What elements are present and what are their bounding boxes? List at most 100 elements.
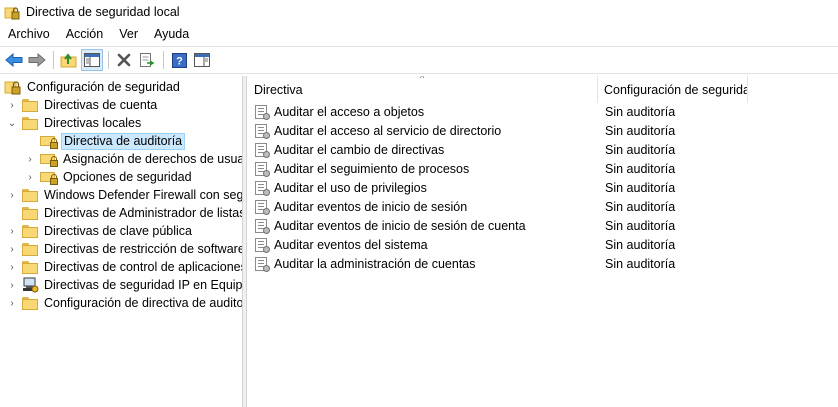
policy-name: Auditar el acceso a objetos: [274, 104, 425, 119]
tree-node[interactable]: › Directivas de control de aplicaciones: [6, 258, 242, 276]
tree-node[interactable]: › Directivas de clave pública: [6, 222, 194, 240]
policy-setting-icon: [255, 104, 270, 120]
list-item[interactable]: Auditar eventos de inicio de sesión de c…: [255, 216, 835, 235]
help-button[interactable]: ?: [168, 49, 190, 71]
tree-node-label: Directivas de clave pública: [44, 224, 192, 238]
policy-name: Auditar eventos del sistema: [274, 237, 428, 252]
policy-setting-icon: [255, 123, 270, 139]
console-tree[interactable]: Configuración de seguridad › Directivas de…: [0, 76, 243, 407]
folder-icon: [22, 98, 38, 112]
tree-node-label: Configuración de directiva de auditoría …: [44, 296, 243, 310]
security-policy-icon: [4, 4, 20, 20]
show-action-pane-button[interactable]: [191, 49, 213, 71]
pane-splitter[interactable]: [243, 76, 247, 407]
show-hide-tree-icon: [84, 53, 100, 67]
tree-node[interactable]: › Directivas de restricción de software: [6, 240, 242, 258]
tree-node-label: Windows Defender Firewall con seguridad …: [44, 188, 243, 202]
tree-node-label: Directivas de Administrador de listas de…: [44, 206, 243, 220]
tree-node[interactable]: › Directivas de cuenta: [6, 96, 159, 114]
folder-icon: [22, 242, 38, 256]
no-chevron: [24, 135, 36, 147]
tree-node[interactable]: › Windows Defender Firewall con seguridad…: [6, 186, 243, 204]
expand-chevron-icon[interactable]: ›: [24, 171, 36, 183]
tree-node[interactable]: › Configuración de directiva de auditoría…: [6, 294, 243, 312]
tree-node-label: Configuración de seguridad: [27, 80, 180, 94]
policy-name: Auditar eventos de inicio de sesión: [274, 199, 468, 214]
policy-name: Auditar el acceso al servicio de directo…: [274, 123, 502, 138]
menu-bar: Archivo Acción Ver Ayuda: [0, 24, 838, 44]
tree-node-label: Directivas de seguridad IP en Equipo loc…: [44, 278, 243, 292]
svg-text:?: ?: [176, 55, 183, 67]
expand-chevron-icon[interactable]: ›: [24, 153, 36, 165]
folder-icon: [22, 296, 38, 310]
tree-node[interactable]: ⌄ Directivas locales: [6, 114, 143, 132]
list-item[interactable]: Auditar el acceso al servicio de directo…: [255, 121, 835, 140]
expand-chevron-icon[interactable]: ›: [6, 243, 18, 255]
list-item[interactable]: Auditar eventos del sistema Sin auditoría: [255, 235, 835, 254]
locked-folder-icon: [40, 169, 58, 185]
menu-ver[interactable]: Ver: [111, 24, 146, 44]
back-arrow-icon: [5, 53, 23, 67]
no-chevron: [6, 207, 18, 219]
help-icon: ?: [171, 52, 187, 68]
security-setting-value: Sin auditoría: [605, 123, 676, 138]
security-setting-value: Sin auditoría: [605, 218, 676, 233]
forward-arrow-icon: [28, 53, 46, 67]
security-setting-value: Sin auditoría: [605, 104, 676, 119]
list-item[interactable]: Auditar el cambio de directivas Sin audit…: [255, 140, 835, 159]
folder-icon: [22, 224, 38, 238]
export-list-button[interactable]: [136, 49, 158, 71]
tree-node-label: Asignación de derechos de usuario: [63, 152, 243, 166]
back-button[interactable]: [3, 49, 25, 71]
delete-button[interactable]: [113, 49, 135, 71]
policy-name: Auditar eventos de inicio de sesión de c…: [274, 218, 526, 233]
tree-node[interactable]: Directiva de auditoría: [24, 132, 186, 150]
policy-setting-icon: [255, 237, 270, 253]
up-one-level-button[interactable]: [58, 49, 80, 71]
tree-node[interactable]: Directivas de Administrador de listas de…: [6, 204, 243, 222]
list-item[interactable]: Auditar la administración de cuentas Sin …: [255, 254, 835, 273]
toolbar: ?: [0, 46, 838, 74]
list-item[interactable]: Auditar el seguimiento de procesos Sin au…: [255, 159, 835, 178]
security-setting-value: Sin auditoría: [605, 142, 676, 157]
policy-setting-icon: [255, 218, 270, 234]
tree-node[interactable]: › Opciones de seguridad: [24, 168, 194, 186]
security-settings-icon: [4, 81, 21, 95]
list-item[interactable]: Auditar eventos de inicio de sesión Sin a…: [255, 197, 835, 216]
policy-setting-icon: [255, 256, 270, 272]
collapse-chevron-icon[interactable]: ⌄: [6, 117, 18, 129]
locked-folder-icon: [40, 133, 58, 149]
details-pane[interactable]: Directiva ^ Configuración de seguridad A…: [248, 76, 838, 407]
export-list-icon: [140, 53, 155, 67]
column-label-configuracion: Configuración de seguridad: [604, 82, 748, 97]
expand-chevron-icon[interactable]: ›: [6, 261, 18, 273]
menu-archivo[interactable]: Archivo: [0, 24, 58, 44]
tree-node[interactable]: › Directivas de seguridad IP en Equipo lo…: [6, 276, 243, 294]
menu-accion[interactable]: Acción: [58, 24, 112, 44]
tree-node-label: Directivas locales: [44, 116, 142, 130]
title-bar: Directiva de seguridad local: [0, 0, 838, 24]
folder-icon: [22, 116, 38, 130]
column-header-configuracion[interactable]: Configuración de seguridad: [598, 76, 748, 103]
list-item[interactable]: Auditar el acceso a objetos Sin auditoría: [255, 102, 835, 121]
tree-node-label: Directivas de cuenta: [44, 98, 158, 112]
expand-chevron-icon[interactable]: ›: [6, 99, 18, 111]
policy-setting-icon: [255, 142, 270, 158]
tree-node[interactable]: › Asignación de derechos de usuario: [24, 150, 243, 168]
expand-chevron-icon[interactable]: ›: [6, 189, 18, 201]
expand-chevron-icon[interactable]: ›: [6, 297, 18, 309]
list-item[interactable]: Auditar el uso de privilegios Sin auditor…: [255, 178, 835, 197]
forward-button[interactable]: [26, 49, 48, 71]
show-hide-console-tree-button[interactable]: [81, 49, 103, 71]
expand-chevron-icon[interactable]: ›: [6, 225, 18, 237]
menu-ayuda[interactable]: Ayuda: [146, 24, 197, 44]
folder-icon: [22, 188, 38, 202]
folder-icon: [22, 260, 38, 274]
security-setting-value: Sin auditoría: [605, 256, 676, 271]
policy-name: Auditar el seguimiento de procesos: [274, 161, 470, 176]
delete-icon: [117, 53, 131, 67]
toolbar-separator: [108, 51, 109, 69]
expand-chevron-icon[interactable]: ›: [6, 279, 18, 291]
tree-node[interactable]: Configuración de seguridad: [4, 78, 182, 96]
security-setting-value: Sin auditoría: [605, 180, 676, 195]
